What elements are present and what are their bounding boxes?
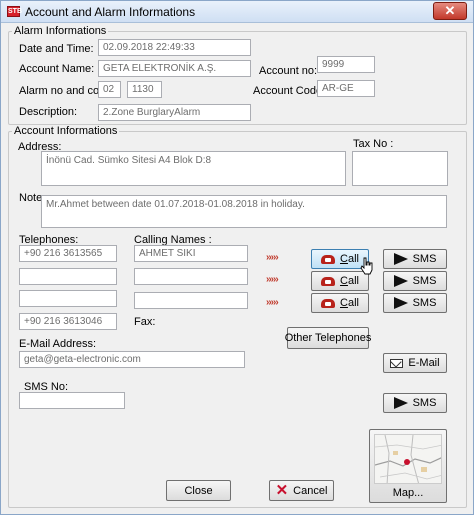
sms-button-2[interactable]: SMS — [383, 271, 447, 291]
description-field[interactable]: 2.Zone BurglaryAlarm — [98, 104, 251, 121]
cancel-button-label: Cancel — [293, 484, 328, 497]
email-field[interactable]: geta@geta-electronic.com — [19, 351, 245, 368]
address-field[interactable]: İnönü Cad. Sümko Sitesi A4 Blok D:8 — [41, 151, 346, 186]
title-bar[interactable]: STB Account and Alarm Informations ✕ — [1, 1, 473, 23]
note-field[interactable]: Mr.Ahmet between date 01.07.2018-01.08.2… — [41, 195, 447, 228]
calling-name-3-field[interactable] — [134, 292, 248, 309]
tax-no-label: Tax No : — [353, 138, 394, 150]
send-arrow-icon — [393, 275, 408, 287]
sms-button-3[interactable]: SMS — [383, 293, 447, 313]
sms-button-label: SMS — [412, 397, 437, 409]
close-button[interactable]: Close — [166, 480, 231, 501]
account-info-legend: Account Informations — [14, 125, 118, 137]
description-label: Description: — [19, 106, 78, 118]
send-arrow-icon — [393, 297, 408, 309]
account-name-field[interactable]: GETA ELEKTRONİK A.Ş. — [98, 60, 251, 77]
email-button[interactable]: E-Mail — [383, 353, 447, 373]
arrows-indicator-1: ››››› — [266, 252, 279, 263]
calling-name-2-field[interactable] — [134, 268, 248, 285]
envelope-icon — [390, 358, 404, 368]
sms-button-label: SMS — [412, 297, 437, 309]
app-logo-icon: STB — [7, 6, 22, 17]
send-arrow-icon — [393, 253, 408, 265]
alarm-info-legend: Alarm Informations — [14, 25, 107, 37]
cancel-button[interactable]: ✕ Cancel — [269, 480, 334, 501]
call-button-label: Call — [340, 253, 359, 265]
call-button-label: Call — [340, 275, 359, 287]
fax-field[interactable]: +90 216 3613046 — [19, 313, 117, 330]
dialog-window: STB Account and Alarm Informations ✕ Ala… — [0, 0, 474, 515]
sms-no-field[interactable] — [19, 392, 125, 409]
map-button[interactable]: Map... — [369, 429, 447, 503]
sms-button-1[interactable]: SMS — [383, 249, 447, 269]
send-arrow-icon — [393, 397, 408, 409]
map-button-label: Map... — [392, 487, 424, 499]
account-code-field[interactable]: AR-GE — [317, 80, 375, 97]
window-title: Account and Alarm Informations — [25, 5, 196, 19]
sms-button-label: SMS — [412, 275, 437, 287]
telephone-1-field[interactable]: +90 216 3613565 — [19, 245, 117, 262]
sms-button-label: SMS — [412, 253, 437, 265]
tax-no-field[interactable] — [352, 151, 448, 186]
date-time-label: Date and Time: — [19, 43, 94, 55]
cancel-x-icon: ✕ — [275, 481, 289, 499]
call-button-label: Call — [340, 297, 359, 309]
arrows-indicator-3: ››››› — [266, 297, 279, 308]
window-close-button[interactable]: ✕ — [433, 2, 467, 20]
account-code-label: Account Code: — [253, 85, 326, 97]
map-thumbnail — [374, 434, 442, 484]
account-no-field[interactable]: 9999 — [317, 56, 375, 73]
close-button-label: Close — [184, 484, 213, 497]
telephone-2-field[interactable] — [19, 268, 117, 285]
account-no-label: Account no: — [259, 65, 318, 77]
arrows-indicator-2: ››››› — [266, 274, 279, 285]
alarm-code-field[interactable]: 1130 — [127, 81, 162, 98]
map-preview-icon — [375, 435, 441, 483]
account-name-label: Account Name: — [19, 63, 95, 75]
sms-no-button[interactable]: SMS — [383, 393, 447, 413]
call-button-3[interactable]: Call — [311, 293, 369, 313]
fax-label: Fax: — [134, 316, 156, 328]
hand-cursor-icon — [360, 257, 373, 275]
phone-icon — [321, 254, 336, 264]
phone-icon — [321, 298, 336, 308]
other-telephones-label: Other Telephones — [284, 332, 372, 344]
email-button-label: E-Mail — [408, 357, 440, 369]
alarm-no-field[interactable]: 02 — [98, 81, 121, 98]
calling-name-1-field[interactable]: AHMET SIKI — [134, 245, 248, 262]
email-label: E-Mail Address: — [19, 338, 97, 350]
date-time-field[interactable]: 02.09.2018 22:49:33 — [98, 39, 251, 56]
other-telephones-button[interactable]: Other Telephones — [284, 327, 372, 349]
telephone-3-field[interactable] — [19, 290, 117, 307]
phone-icon — [321, 276, 336, 286]
